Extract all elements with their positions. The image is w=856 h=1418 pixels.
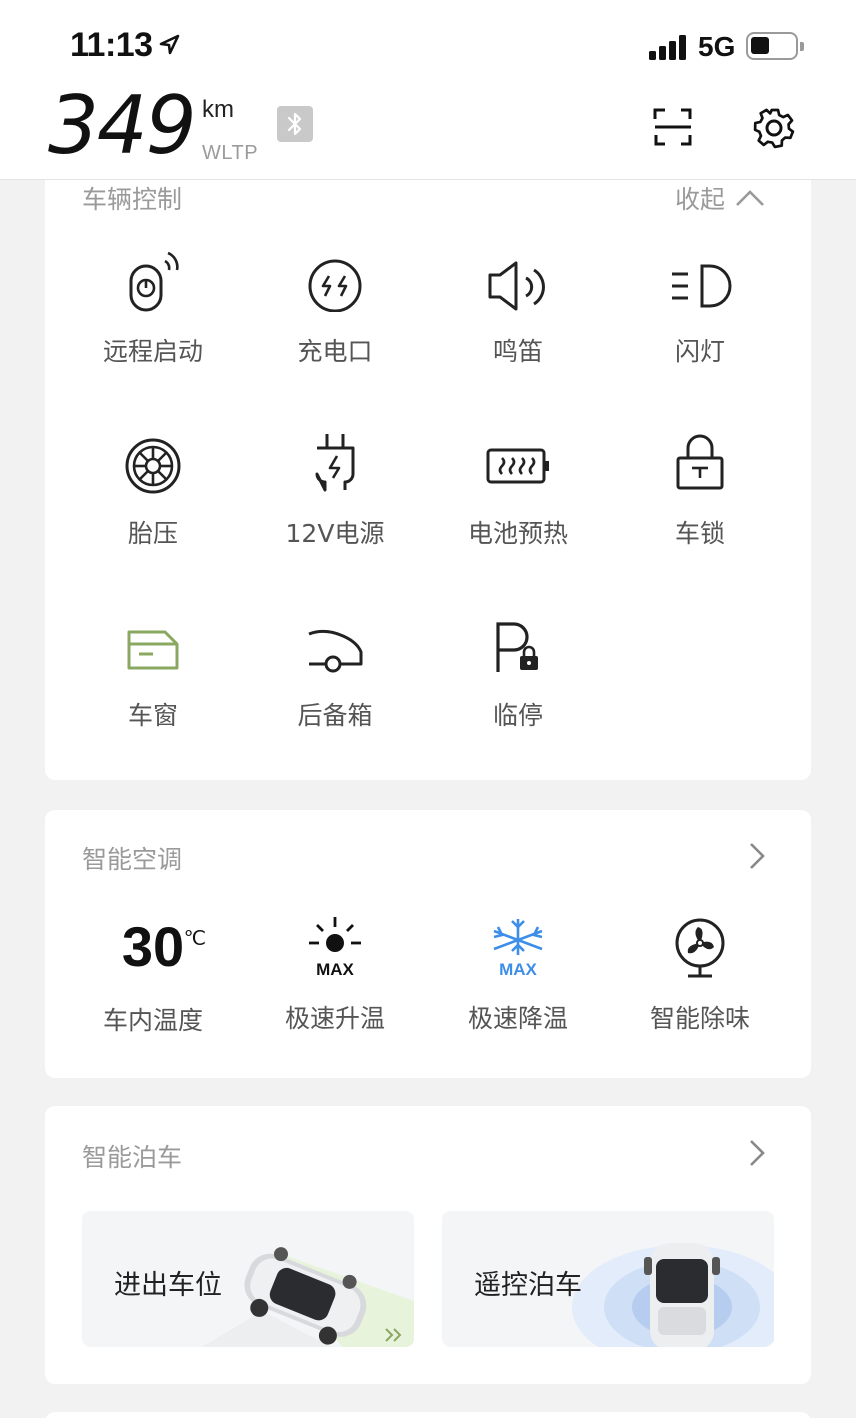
control-temporary-parking[interactable]: 临停 [428,612,608,732]
smart-climate-title: 智能空调 [82,845,183,874]
control-horn[interactable]: 鸣笛 [428,248,608,368]
vehicle-control-card: 车辆控制 收起 远程启动 充电口 鸣笛 闪灯 胎压 12V电源 电池预热 车锁 … [45,180,811,780]
control-battery-preheat[interactable]: 电池预热 [428,430,608,550]
control-charge-port[interactable]: 充电口 [245,248,425,368]
control-label: 鸣笛 [492,337,543,366]
next-card-edge [45,1412,811,1418]
vehicle-control-title: 车辆控制 [82,185,183,214]
climate-label: 智能除味 [649,1004,750,1033]
scan-icon[interactable] [652,106,694,148]
climate-deodorize[interactable]: 智能除味 [610,915,790,1035]
remote-parking-tile[interactable]: 遥控泊车 [442,1211,774,1347]
bluetooth-icon [287,112,302,136]
control-label: 胎压 [127,519,178,548]
chevron-up-icon [736,190,764,206]
bluetooth-key-button[interactable] [277,106,313,142]
control-label: 12V电源 [285,519,385,548]
cellular-signal-icon [649,34,689,60]
control-label: 车窗 [127,701,178,730]
status-bar: 11:13 5G [0,0,856,88]
control-label: 车锁 [674,519,725,548]
control-label: 闪灯 [674,337,725,366]
headlight-icon [672,264,732,308]
control-flash-lights[interactable]: 闪灯 [610,248,790,368]
remote-parking-label: 遥控泊车 [474,1270,582,1301]
max-badge: MAX [499,960,537,979]
range-standard: WLTP [202,142,259,164]
climate-label: 车内温度 [102,1006,203,1035]
climate-label: 极速升温 [284,1004,385,1033]
battery-preheat-icon [486,448,549,484]
smart-parking-title: 智能泊车 [82,1143,183,1172]
climate-rapid-cool[interactable]: MAX 极速降温 [428,915,608,1035]
status-time: 11:13 [70,26,153,64]
control-12v-power[interactable]: 12V电源 [245,430,425,550]
settings-gear-icon[interactable] [752,106,796,150]
control-window[interactable]: 车窗 [63,612,243,732]
control-remote-start[interactable]: 远程启动 [63,248,243,368]
battery-icon [746,32,804,60]
control-label: 远程启动 [102,337,203,366]
smart-climate-card: 智能空调 30 ℃ 车内温度 MAX 极速升温 MAX 极速降温 智能除味 [45,810,811,1078]
charge-port-icon [308,259,362,312]
control-tire-pressure[interactable]: 胎压 [63,430,243,550]
location-arrow-icon [159,34,180,55]
temporary-parking-icon [496,622,538,672]
max-badge: MAX [316,960,354,979]
cabin-temp-value: 30 ℃ [121,915,206,979]
range-value: 349 [48,79,197,172]
tire-pressure-icon [125,438,181,494]
climate-cabin-temp: 30 ℃ 车内温度 [63,915,243,1037]
control-car-lock[interactable]: 车锁 [610,430,790,550]
sun-max-icon: MAX [309,917,361,979]
collapse-button[interactable]: 收起 [675,180,765,216]
smart-parking-card: 智能泊车 进出车位 遥控泊车 [45,1106,811,1384]
collapse-label: 收起 [674,185,725,214]
chevron-right-icon[interactable] [747,841,767,871]
12v-power-icon [315,434,355,492]
control-label: 临停 [492,701,543,730]
network-type: 5G [698,31,736,62]
control-label: 电池预热 [467,519,568,548]
park-in-out-label: 进出车位 [114,1270,222,1301]
chevron-right-icon[interactable] [747,1138,767,1168]
climate-rapid-heat[interactable]: MAX 极速升温 [245,915,425,1035]
car-lock-icon [676,434,724,490]
horn-icon [488,261,545,311]
window-icon [127,630,179,670]
cabin-temp-number: 30 [121,915,185,978]
climate-label: 极速降温 [467,1004,568,1033]
control-trunk[interactable]: 后备箱 [245,612,425,732]
remote-start-icon [129,251,179,312]
park-in-out-tile[interactable]: 进出车位 [82,1211,414,1347]
trunk-icon [308,629,363,673]
control-label: 后备箱 [297,701,373,730]
app-header: 349 km WLTP [0,79,856,180]
fan-icon [675,918,725,978]
control-label: 充电口 [297,337,373,366]
snowflake-max-icon: MAX [493,919,543,979]
cabin-temp-unit: ℃ [183,928,207,950]
range-unit: km [202,96,234,123]
